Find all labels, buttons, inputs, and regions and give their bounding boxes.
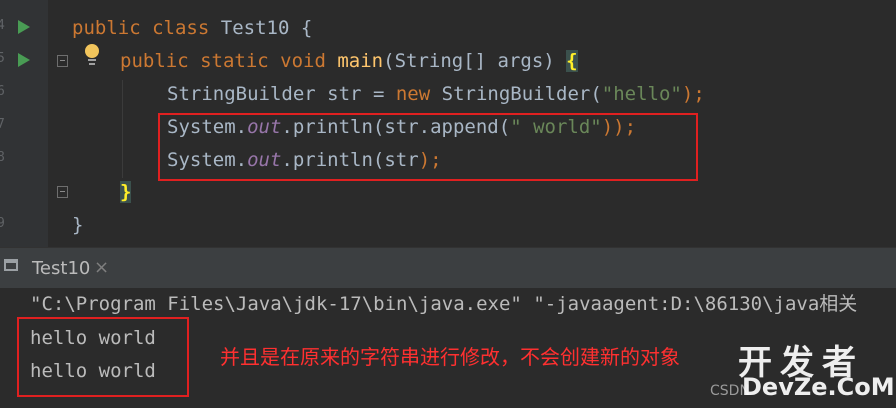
tab-test10[interactable]: Test10 (32, 258, 90, 279)
editor-gutter: 4 5 6 7 8 9 (0, 0, 48, 247)
highlight-box-output (17, 317, 189, 397)
run-tab-bar: Test10 × (0, 248, 896, 288)
code-line-close-class[interactable]: } (72, 213, 83, 237)
annotation-text: 并且是在原来的字符串进行修改，不会创建新的对象 (220, 345, 680, 369)
intention-bulb-icon[interactable] (84, 44, 100, 66)
line-number: 4 (0, 18, 5, 33)
code-line-close-main[interactable]: } (120, 180, 132, 204)
code-line-stringbuilder[interactable]: StringBuilder str = new StringBuilder("h… (167, 82, 705, 106)
close-icon[interactable]: × (94, 257, 109, 278)
code-line-class[interactable]: public class Test10 { (72, 16, 312, 40)
line-number: 9 (0, 216, 5, 231)
fold-icon[interactable] (57, 55, 68, 67)
console-icon (4, 259, 18, 271)
indent-guide (122, 80, 123, 178)
run-tool-window[interactable]: Test10 × "C:\Program Files\Java\jdk-17\b… (0, 247, 896, 408)
code-line-main[interactable]: public static void main(String[] args) { (120, 49, 578, 73)
line-number: 5 (0, 51, 5, 66)
devze-watermark-domain: DevZe.CoM (742, 373, 895, 401)
code-editor[interactable]: 4 5 6 7 8 9 public class Test10 { public… (0, 0, 896, 247)
console-command-line: "C:\Program Files\Java\jdk-17\bin\java.e… (30, 293, 858, 315)
line-number: 8 (0, 150, 5, 165)
line-number: 6 (0, 84, 5, 99)
highlight-box-println (158, 113, 698, 181)
run-main-icon[interactable] (18, 53, 30, 67)
fold-icon[interactable] (57, 186, 68, 198)
run-class-icon[interactable] (18, 20, 30, 34)
line-number: 7 (0, 117, 5, 132)
